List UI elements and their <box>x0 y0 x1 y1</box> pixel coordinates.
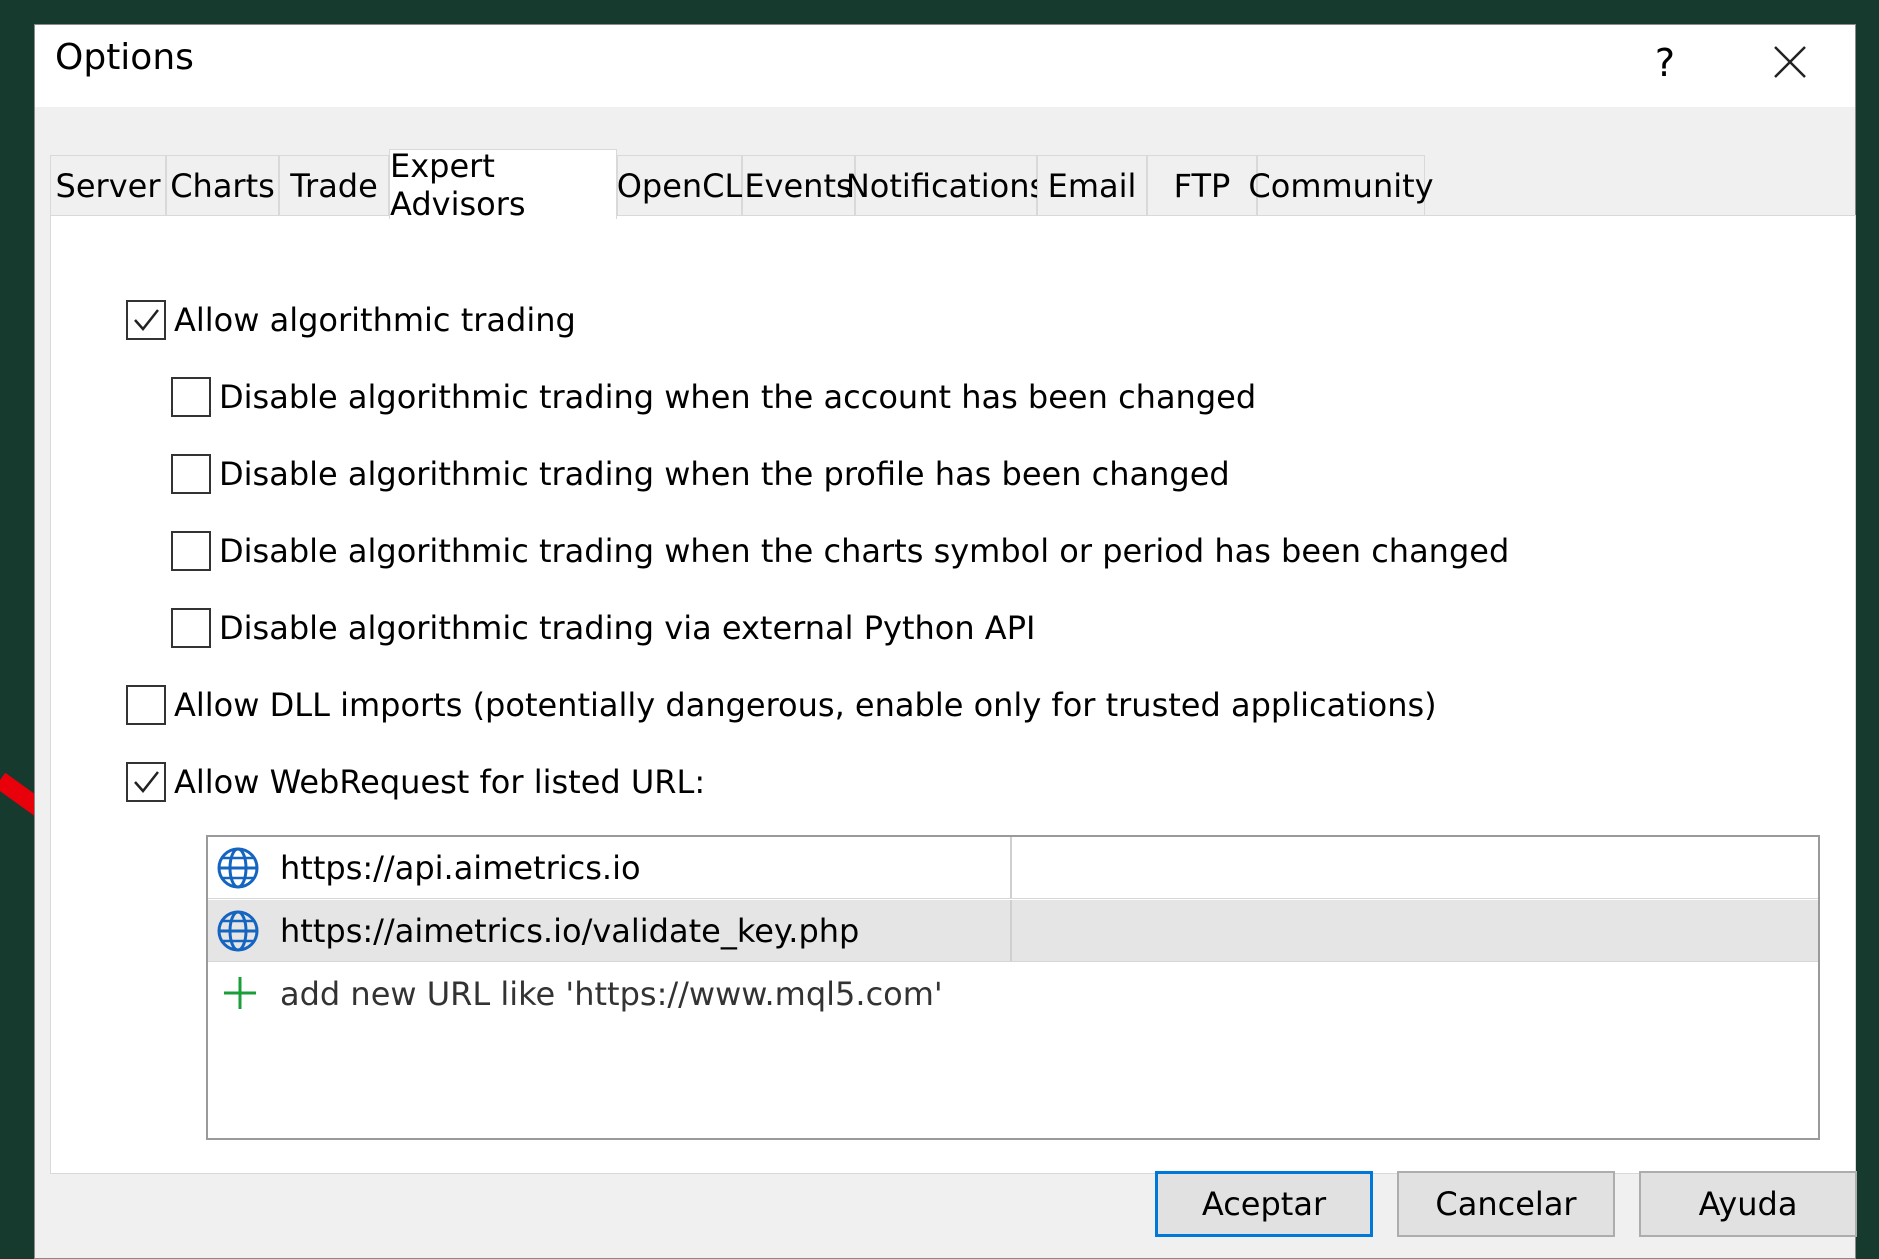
disable-on-symbol-change-option[interactable]: Disable algorithmic trading when the cha… <box>171 531 1509 571</box>
tab-server[interactable]: Server <box>50 155 166 215</box>
allow-webrequest-label: Allow WebRequest for listed URL: <box>174 763 706 801</box>
disable-on-account-change-option[interactable]: Disable algorithmic trading when the acc… <box>171 377 1256 417</box>
expert-advisors-panel: Allow algorithmic trading Disable algori… <box>50 215 1856 1174</box>
allow-algo-trading-checkbox[interactable] <box>126 300 166 340</box>
disable-python-api-checkbox[interactable] <box>171 608 211 648</box>
disable-on-symbol-change-label: Disable algorithmic trading when the cha… <box>219 532 1510 570</box>
allow-algo-trading-option[interactable]: Allow algorithmic trading <box>126 300 576 340</box>
disable-on-account-change-label: Disable algorithmic trading when the acc… <box>219 378 1257 416</box>
disable-on-profile-change-checkbox[interactable] <box>171 454 211 494</box>
tab-expert-advisors[interactable]: Expert Advisors <box>389 147 617 223</box>
disable-python-api-label: Disable algorithmic trading via external… <box>219 609 1036 647</box>
url-text: https://aimetrics.io/validate_key.php <box>280 912 860 950</box>
close-icon <box>1774 46 1806 78</box>
allow-algo-trading-label: Allow algorithmic trading <box>174 301 576 339</box>
disable-on-symbol-change-checkbox[interactable] <box>171 531 211 571</box>
globe-icon <box>217 910 259 952</box>
row-divider <box>208 898 1818 899</box>
add-url-placeholder: add new URL like 'https://www.mql5.com' <box>280 975 943 1013</box>
row-divider <box>208 961 1818 962</box>
tab-ftp[interactable]: FTP <box>1147 155 1257 215</box>
options-dialog: Options ? Server Charts Trade Expert Adv… <box>34 24 1857 1259</box>
tab-notifications[interactable]: Notifications <box>846 155 1046 215</box>
allow-dll-imports-checkbox[interactable] <box>126 685 166 725</box>
column-divider <box>1010 900 1012 962</box>
allow-dll-imports-option[interactable]: Allow DLL imports (potentially dangerous… <box>126 685 1437 725</box>
url-text: https://api.aimetrics.io <box>280 849 641 887</box>
allow-dll-imports-label: Allow DLL imports (potentially dangerous… <box>174 686 1437 724</box>
url-list-item[interactable]: https://api.aimetrics.io <box>208 837 1818 899</box>
checkmark-icon <box>134 771 159 793</box>
tab-community[interactable]: Community <box>1248 155 1434 215</box>
allow-webrequest-option[interactable]: Allow WebRequest for listed URL: <box>126 762 705 802</box>
disable-on-profile-change-option[interactable]: Disable algorithmic trading when the pro… <box>171 454 1230 494</box>
url-list-item-selected[interactable]: https://aimetrics.io/validate_key.php <box>208 900 1818 962</box>
disable-on-profile-change-label: Disable algorithmic trading when the pro… <box>219 455 1230 493</box>
cancel-button[interactable]: Cancelar <box>1397 1171 1615 1237</box>
plus-icon <box>224 977 256 1009</box>
close-button[interactable] <box>1755 33 1825 93</box>
disable-on-account-change-checkbox[interactable] <box>171 377 211 417</box>
add-url-row[interactable]: add new URL like 'https://www.mql5.com' <box>208 963 1818 1025</box>
tab-events[interactable]: Events <box>742 155 855 215</box>
url-list[interactable]: https://api.aimetrics.io https://aimetri… <box>206 835 1820 1140</box>
title-bar: Options ? <box>35 25 1855 107</box>
help-button[interactable]: ? <box>1635 33 1695 93</box>
disable-python-api-option[interactable]: Disable algorithmic trading via external… <box>171 608 1035 648</box>
window-title: Options <box>55 37 194 78</box>
tab-email[interactable]: Email <box>1037 155 1147 215</box>
help-dialog-button[interactable]: Ayuda <box>1639 1171 1857 1237</box>
column-divider <box>1010 837 1012 899</box>
checkmark-icon <box>134 309 159 331</box>
allow-webrequest-checkbox[interactable] <box>126 762 166 802</box>
ok-button[interactable]: Aceptar <box>1155 1171 1373 1237</box>
tab-charts[interactable]: Charts <box>166 155 279 215</box>
globe-icon <box>217 847 259 889</box>
tab-opencl[interactable]: OpenCL <box>617 155 742 215</box>
tab-trade[interactable]: Trade <box>279 155 389 215</box>
